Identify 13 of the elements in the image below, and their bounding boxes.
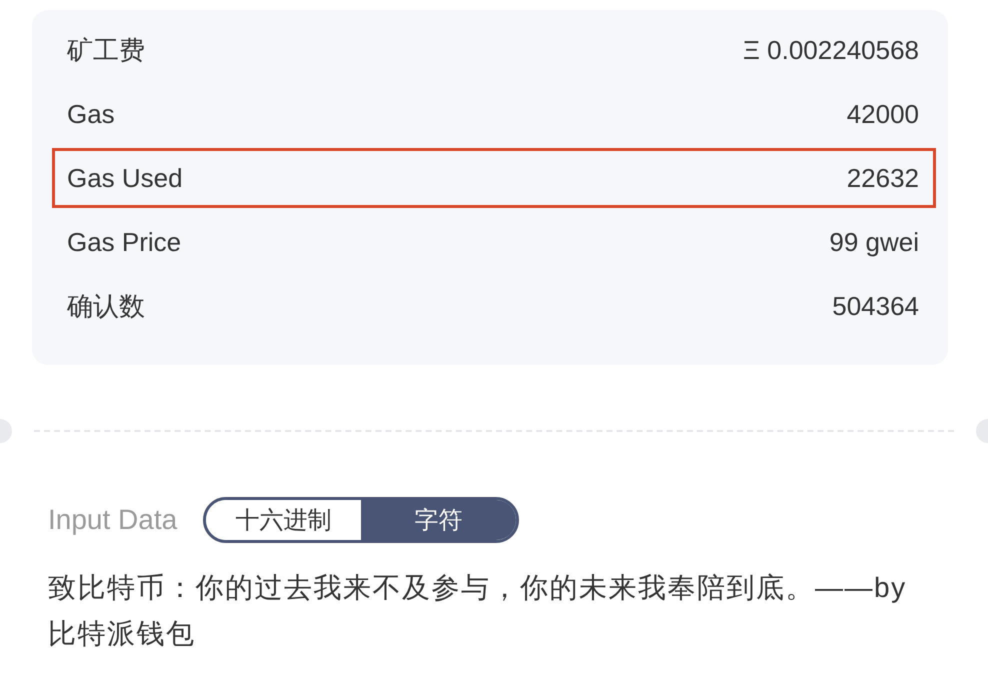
input-data-label: Input Data [48,504,178,536]
row-value: 22632 [846,162,919,194]
toggle-option[interactable]: 字符 [361,500,516,540]
row-value: 504364 [832,290,919,322]
row-value: 42000 [846,98,919,130]
input-data-text: 致比特币：你的过去我来不及参与，你的未来我奉陪到底。——by 比特派钱包 [48,571,908,651]
row-value: 99 gwei [829,226,919,258]
row-value: Ξ 0.002240568 [743,34,919,66]
row-label: Gas Price [67,226,182,258]
row-label: Gas [67,98,115,130]
row-label: 矿工费 [67,34,145,66]
row-label: Gas Used [67,162,183,194]
row-label: 确认数 [67,290,145,322]
